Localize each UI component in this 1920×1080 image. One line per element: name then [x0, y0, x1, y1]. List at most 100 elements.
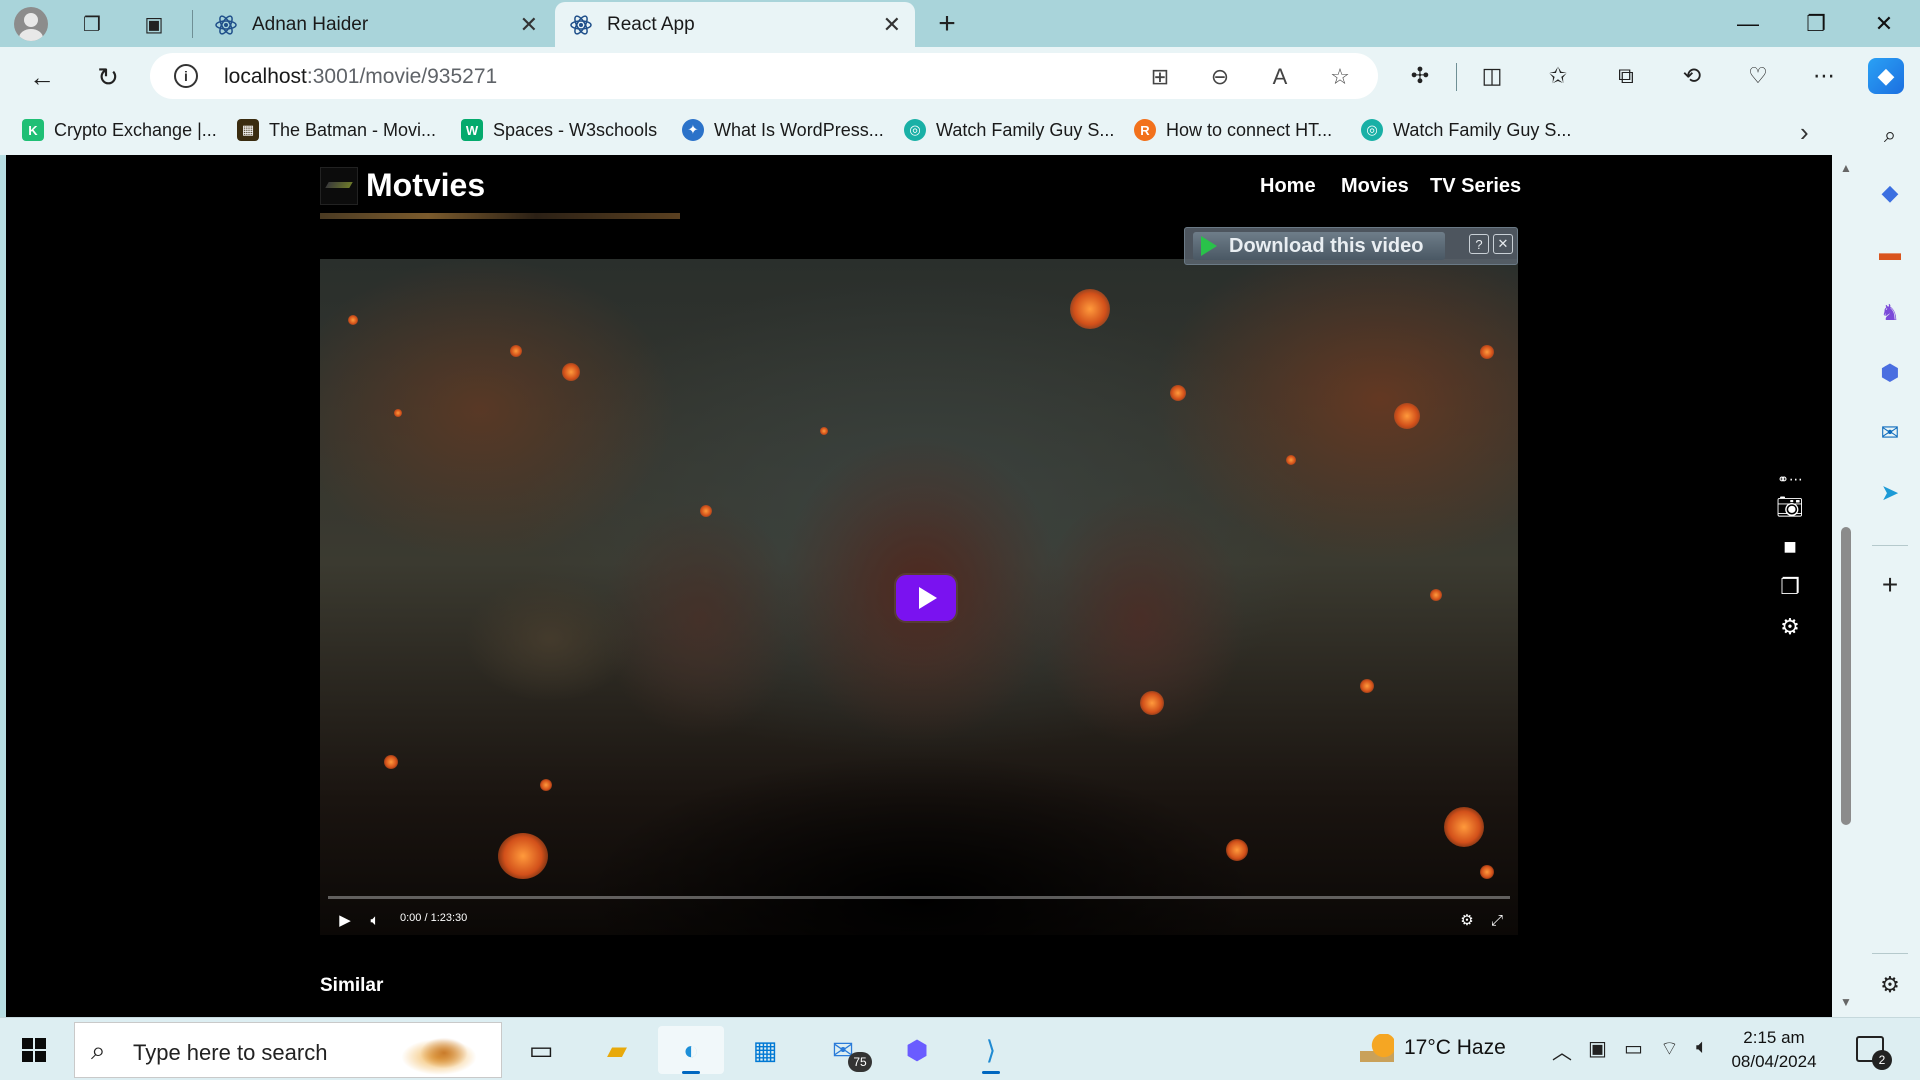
tab-adnan-haider[interactable]: Adnan Haider ✕: [200, 2, 552, 47]
favorites-icon[interactable]: ✩: [1540, 58, 1576, 94]
workspaces-icon[interactable]: ❐: [74, 6, 110, 42]
meet-now-icon[interactable]: ▣: [1588, 1036, 1607, 1061]
edge-icon[interactable]: ◐: [658, 1026, 724, 1074]
mail-badge: 75: [848, 1052, 872, 1072]
download-help-button[interactable]: ?: [1469, 234, 1489, 254]
url-text[interactable]: localhost:3001/movie/935271: [224, 65, 497, 89]
system-clock[interactable]: 2:15 am 08/04/2024: [1726, 1026, 1822, 1074]
tab-close-icon[interactable]: ✕: [883, 12, 901, 38]
close-window-icon[interactable]: ✕: [1856, 0, 1912, 47]
copilot-icon[interactable]: ⬢: [884, 1026, 950, 1074]
address-bar[interactable]: i localhost:3001/movie/935271 ⊞ ⊖ A ☆: [150, 53, 1378, 99]
nav-home[interactable]: Home: [1260, 175, 1316, 198]
send-icon[interactable]: ➤: [1874, 477, 1906, 509]
windows-start-icon[interactable]: [22, 1038, 46, 1062]
search-icon[interactable]: ⌕: [1874, 119, 1906, 151]
settings-gear-icon[interactable]: ⚙: [1874, 969, 1906, 1001]
scrollbar-thumb[interactable]: [1841, 527, 1851, 825]
tag-icon[interactable]: ◆: [1874, 177, 1906, 209]
back-icon[interactable]: ←: [22, 57, 62, 97]
favorite-item[interactable]: ✦ What Is WordPress...: [682, 117, 884, 143]
new-tab-icon[interactable]: +: [929, 6, 965, 42]
nav-movies[interactable]: Movies: [1341, 175, 1409, 198]
favorite-item[interactable]: K Crypto Exchange |...: [22, 117, 217, 143]
favorite-item[interactable]: ▦ The Batman - Movi...: [237, 117, 436, 143]
favorite-label: Spaces - W3schools: [493, 119, 658, 140]
refresh-icon[interactable]: ↻: [88, 57, 128, 97]
split-screen-icon[interactable]: ◫: [1474, 58, 1510, 94]
page-scrollbar[interactable]: ▲ ▼: [1832, 155, 1860, 1017]
site-info-icon[interactable]: i: [174, 64, 198, 88]
ember-spark: [1444, 807, 1484, 847]
favorite-site-icon: K: [22, 119, 44, 141]
microsoft-365-icon[interactable]: ⬢: [1874, 357, 1906, 389]
file-explorer-icon[interactable]: ▰: [584, 1026, 650, 1074]
download-video-button[interactable]: Download this video: [1193, 232, 1445, 260]
video-camera-icon[interactable]: ■: [1776, 533, 1804, 561]
react-icon: [570, 14, 592, 35]
favorite-item[interactable]: ◎ Watch Family Guy S...: [904, 117, 1114, 143]
restore-icon[interactable]: ❐: [1788, 0, 1844, 47]
favorite-label: Watch Family Guy S...: [1393, 119, 1572, 140]
minimize-icon[interactable]: —: [1720, 0, 1776, 47]
windows-icon[interactable]: ❐: [1776, 573, 1804, 601]
extensions-icon[interactable]: ✣: [1402, 58, 1438, 94]
settings-icon[interactable]: ⚙: [1456, 909, 1478, 931]
fullscreen-icon[interactable]: ⤢: [1486, 909, 1508, 931]
task-view-icon[interactable]: ▭: [508, 1026, 574, 1074]
read-aloud-icon[interactable]: A: [1264, 61, 1296, 93]
volume-icon[interactable]: 🔈︎: [364, 909, 386, 931]
battery-icon[interactable]: ▭: [1624, 1036, 1643, 1061]
scroll-up-icon[interactable]: ▲: [1840, 161, 1852, 175]
gear-icon[interactable]: ⚙: [1776, 613, 1804, 641]
video-player[interactable]: ▶ 🔈︎ 0:00 / 1:23:30 ⚙ ⤢: [320, 259, 1518, 935]
copilot-icon[interactable]: ◆: [1868, 58, 1904, 94]
play-icon[interactable]: ▶: [334, 909, 356, 931]
performance-icon[interactable]: ♡: [1740, 58, 1776, 94]
camera-icon[interactable]: 📷︎: [1776, 493, 1804, 521]
chevron-right-icon[interactable]: ›: [1800, 117, 1809, 148]
favorite-star-icon[interactable]: ☆: [1324, 61, 1356, 93]
ember-spark: [1226, 839, 1248, 861]
site-title[interactable]: Motvies: [366, 167, 485, 204]
wifi-icon[interactable]: ⌔: [1660, 1036, 1679, 1061]
weather-widget[interactable]: 17°C Haze: [1360, 1034, 1506, 1062]
big-play-button[interactable]: [896, 575, 956, 621]
vs-code-icon[interactable]: ⟩: [958, 1026, 1024, 1074]
vertical-tabs-icon[interactable]: ▣: [136, 6, 172, 42]
games-icon[interactable]: ♞: [1874, 297, 1906, 329]
mail-icon[interactable]: ✉ 75: [810, 1026, 876, 1074]
ember-spark: [1286, 455, 1296, 465]
microsoft-store-icon[interactable]: ▦: [732, 1026, 798, 1074]
scroll-down-icon[interactable]: ▼: [1840, 995, 1852, 1009]
toolbar-separator: [1456, 63, 1457, 91]
download-video-bar: Download this video ? ✕: [1184, 227, 1518, 265]
ember-spark: [1360, 679, 1374, 693]
tab-close-icon[interactable]: ✕: [520, 12, 538, 38]
speaker-icon[interactable]: 🔈︎: [1696, 1036, 1708, 1059]
collections-icon[interactable]: ⧉: [1608, 58, 1644, 94]
site-logo[interactable]: [320, 167, 358, 205]
profile-avatar[interactable]: [14, 7, 48, 41]
ember-spark: [348, 315, 358, 325]
chevron-up-icon[interactable]: ︿: [1552, 1036, 1572, 1065]
toolbox-icon[interactable]: ▬: [1874, 237, 1906, 269]
notification-icon[interactable]: 2: [1856, 1036, 1892, 1070]
nav-tv-series[interactable]: TV Series: [1430, 175, 1521, 198]
download-close-button[interactable]: ✕: [1493, 234, 1513, 254]
more-menu-icon[interactable]: ⋯: [1806, 58, 1842, 94]
add-icon[interactable]: +: [1874, 569, 1906, 601]
favorite-label: Watch Family Guy S...: [936, 119, 1115, 140]
seek-bar[interactable]: [328, 896, 1510, 899]
taskbar-search[interactable]: ⌕ Type here to search: [74, 1022, 502, 1078]
tab-react-app[interactable]: React App ✕: [555, 2, 915, 47]
app-available-icon[interactable]: ⊞: [1144, 61, 1176, 93]
favorite-item[interactable]: ◎ Watch Family Guy S...: [1361, 117, 1571, 143]
outlook-icon[interactable]: ✉: [1874, 417, 1906, 449]
link-more-icon[interactable]: ⚭⋯: [1776, 465, 1804, 493]
favorites-bar: K Crypto Exchange |... ▦ The Batman - Mo…: [0, 105, 1860, 155]
favorite-item[interactable]: R How to connect HT...: [1134, 117, 1332, 143]
history-icon[interactable]: ⟲: [1674, 58, 1710, 94]
zoom-out-icon[interactable]: ⊖: [1204, 61, 1236, 93]
favorite-item[interactable]: W Spaces - W3schools: [461, 117, 657, 143]
